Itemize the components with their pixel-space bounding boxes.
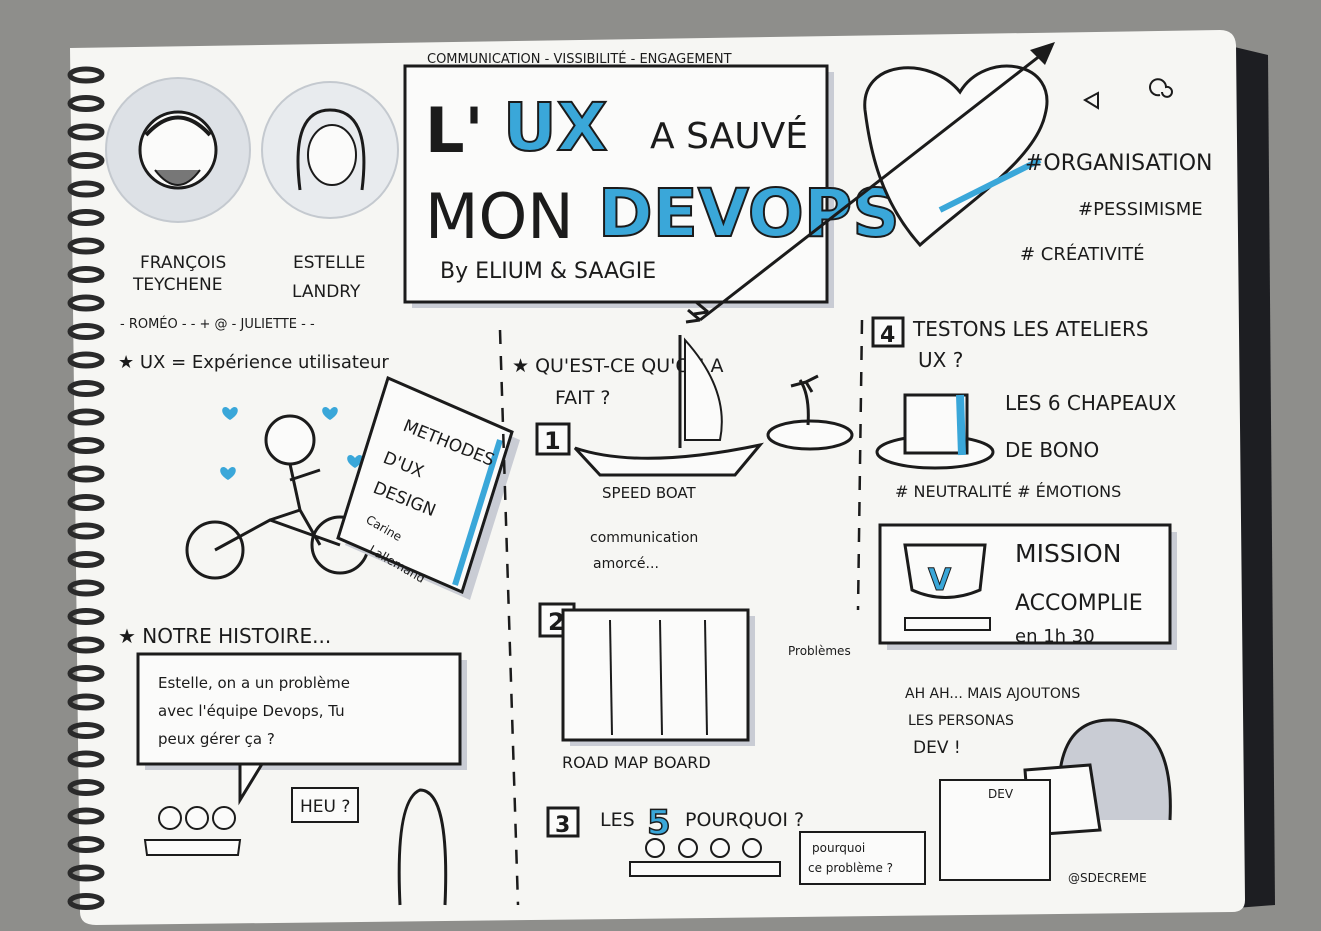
mission-line-2: ACCOMPLIE [1015,591,1143,616]
speaker-estelle-first: ESTELLE [293,253,365,273]
step1-note-1: communication [590,530,698,546]
step2-label: ROAD MAP BOARD [562,753,711,772]
hashtag-organisation: #ORGANISATION [1025,151,1213,176]
stick-figure-head-icon [264,414,316,466]
problems-label: Problèmes [788,644,851,658]
hats-line-2: DE BONO [1005,438,1099,462]
title-a-sauve: A SAUVÉ [650,115,808,157]
middle-heading-2: FAIT ? [555,387,611,409]
ux-definition: ★ UX = Expérience utilisateur [118,352,389,373]
story-line-1: Estelle, on a un problème [158,674,350,692]
step3-text-a: LES [600,809,635,831]
personas-line-1: AH AH... MAIS AJOUTONS [905,686,1080,702]
island-icon [766,419,854,451]
title-mon: MON [425,180,574,253]
dev-label: DEV [988,787,1014,801]
title-ux: UX [503,89,607,166]
personas-line-2: LES PERSONAS [908,713,1014,729]
step3-number: 3 [555,813,570,838]
speaker-francois-last: TEYCHENE [132,275,222,295]
roadmap-board-icon [561,608,750,742]
mission-line-1: MISSION [1015,539,1121,568]
step3-text-c: POURQUOI ? [685,809,804,831]
hashtag-pessimisme: #PESSIMISME [1078,199,1203,220]
title-l: L' [425,94,484,167]
step1-number: 1 [544,427,561,455]
hat-accent [956,394,966,456]
step3-bubble-line-2: ce problème ? [808,861,893,875]
signature: @SDECREME [1068,871,1147,885]
sketchnote-photo: COMMUNICATION - VISSIBILITÉ - ENGAGEMENT… [0,0,1321,931]
mission-line-3: en 1h 30 [1015,626,1095,647]
trophy-v-icon: V [928,563,952,598]
estelle-face [307,124,357,186]
step4-line-1: TESTONS LES ATELIERS [912,317,1149,341]
step1-note-2: amorcé... [593,556,659,572]
step3-text-five: 5 [647,803,671,843]
story-line-3: peux gérer ça ? [158,730,275,748]
story-heading: ★ NOTRE HISTOIRE... [118,624,331,648]
step3-bubble-line-1: pourquoi [812,841,865,855]
tagline: COMMUNICATION - VISSIBILITÉ - ENGAGEMENT [427,51,732,67]
step1-label: SPEED BOAT [602,484,697,502]
hats-tags: # NEUTRALITÉ # ÉMOTIONS [895,482,1121,501]
personas-line-3: DEV ! [913,738,961,758]
hashtag-creativite: # CRÉATIVITÉ [1020,243,1144,265]
trophy-base [904,617,991,631]
nicknames: - ROMÉO - - + @ - JULIETTE - - [120,316,315,332]
speaker-estelle-last: LANDRY [292,282,361,302]
step3-bubble [799,831,926,885]
hats-line-1: LES 6 CHAPEAUX [1005,391,1177,415]
speaker-francois-first: FRANÇOIS [140,253,226,273]
title-devops: DEVOPS [598,175,900,252]
reply-text: HEU ? [300,797,350,817]
byline: By ELIUM & SAAGIE [440,259,656,284]
step4-line-2: UX ? [918,348,963,372]
story-line-2: avec l'équipe Devops, Tu [158,702,345,720]
step4-number: 4 [880,323,895,348]
